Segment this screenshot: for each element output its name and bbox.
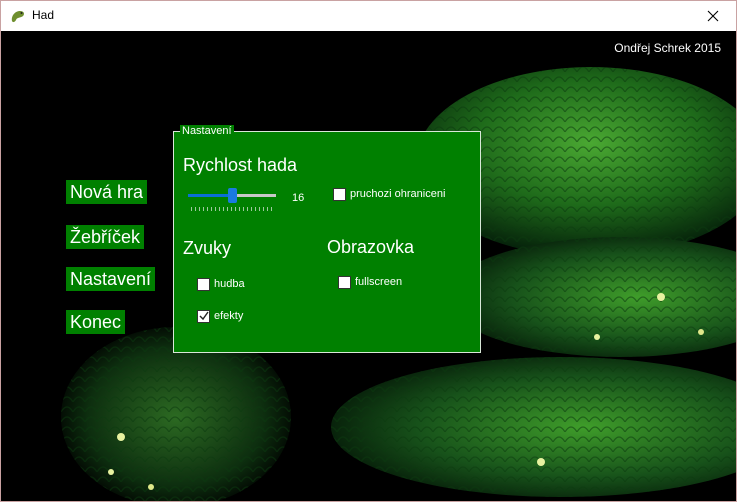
speed-slider[interactable] — [187, 188, 277, 214]
effects-checkbox-label: efekty — [214, 310, 244, 322]
settings-panel: Nastavení Rychlost hada 16 pruchozi ohra… — [173, 125, 481, 353]
speed-heading: Rychlost hada — [183, 155, 298, 175]
slider-thumb[interactable] — [228, 188, 237, 203]
screen-heading: Obrazovka — [327, 237, 415, 257]
music-checkbox-box[interactable] — [197, 278, 210, 291]
speed-value: 16 — [292, 192, 305, 204]
settings-legend: Nastavení — [180, 125, 234, 137]
leaderboard-button[interactable]: Žebříček — [66, 225, 145, 249]
sounds-heading: Zvuky — [183, 238, 232, 258]
snake-icon — [11, 11, 24, 23]
slider-ticks — [191, 207, 273, 211]
settings-button[interactable]: Nastavení — [66, 267, 156, 291]
close-button[interactable] — [690, 1, 736, 31]
effects-checkbox-box[interactable] — [197, 310, 210, 323]
close-icon — [707, 10, 719, 22]
window-title: Had — [32, 8, 55, 22]
app-window: Had Ondřej Schrek 2015 Nová hra Žebříček… — [0, 0, 737, 502]
border-checkbox-box[interactable] — [333, 188, 346, 201]
border-checkbox-label: pruchozi ohraniceni — [350, 188, 446, 200]
checkmark-icon — [199, 311, 209, 321]
fullscreen-checkbox-label: fullscreen — [355, 276, 403, 288]
slider-fill — [188, 194, 229, 197]
author-credit: Ondřej Schrek 2015 — [614, 41, 721, 55]
fullscreen-checkbox-box[interactable] — [338, 276, 351, 289]
title-bar[interactable]: Had — [1, 1, 736, 31]
new-game-button[interactable]: Nová hra — [66, 180, 148, 204]
music-checkbox-label: hudba — [214, 278, 245, 290]
exit-button[interactable]: Konec — [66, 310, 126, 334]
game-scene: Ondřej Schrek 2015 Nová hra Žebříček Nas… — [1, 32, 736, 501]
